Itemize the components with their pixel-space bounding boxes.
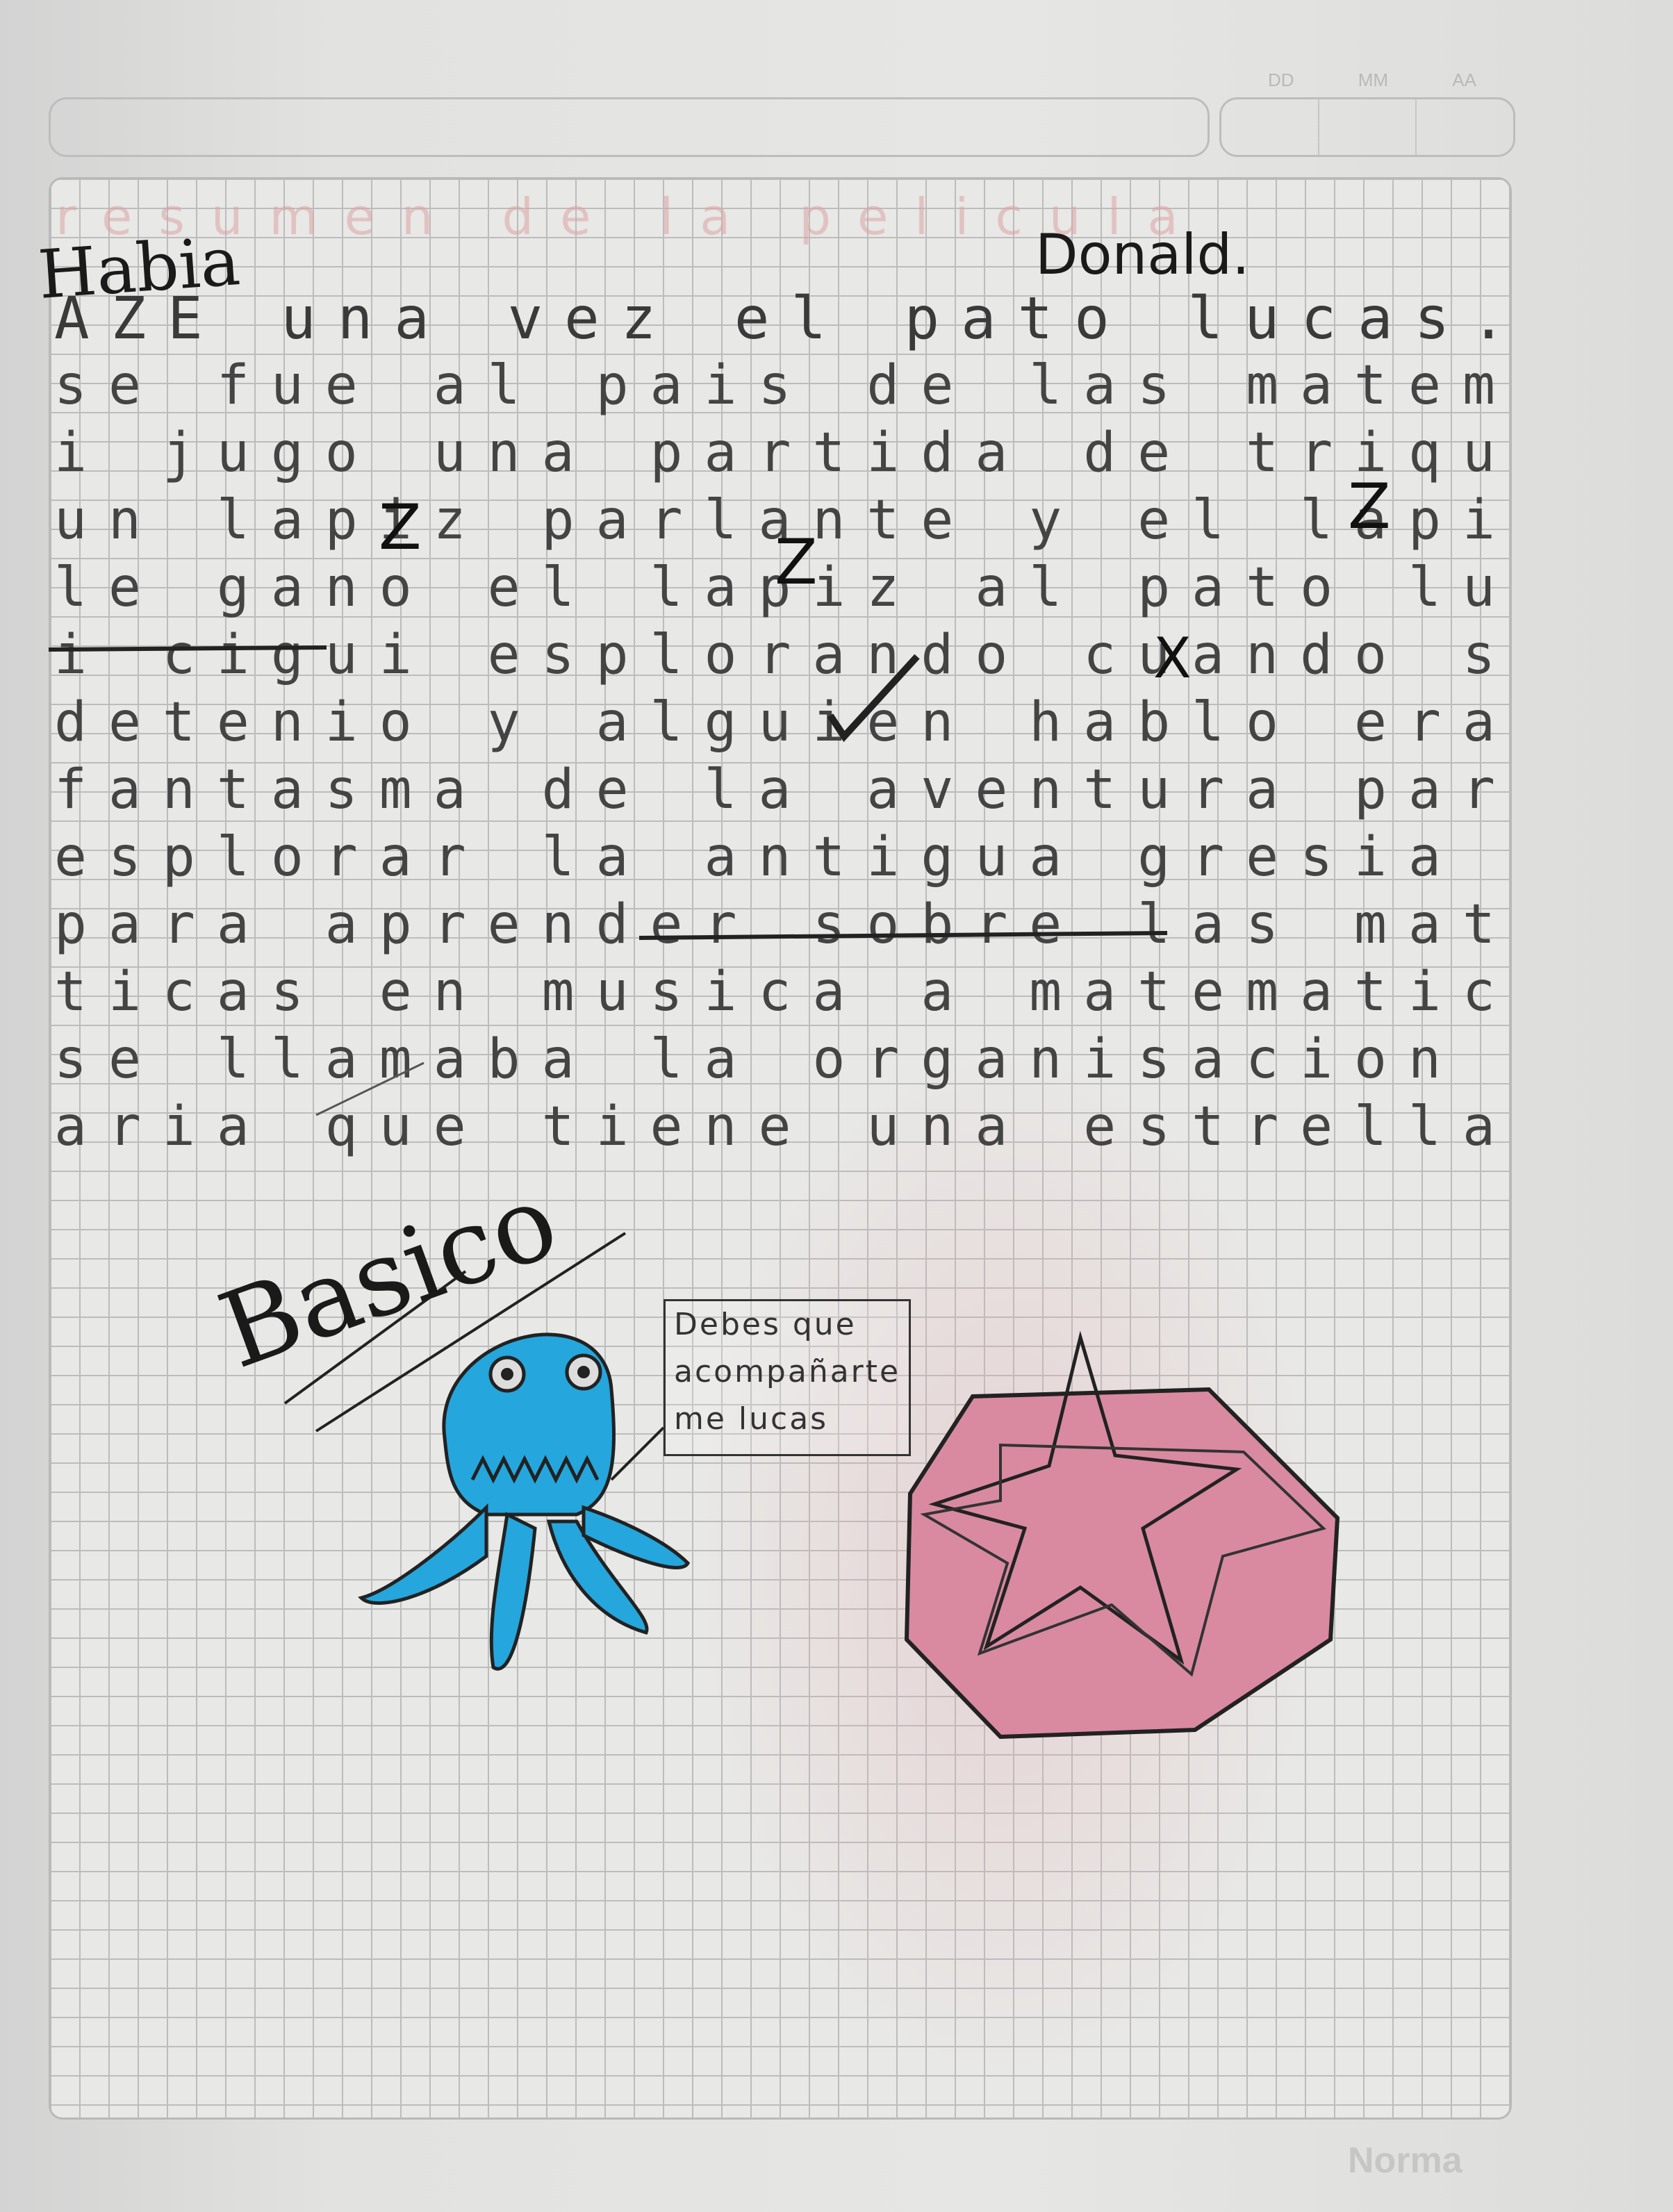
- speech-line: acompañarte: [674, 1354, 901, 1389]
- notebook-brand-logo: Norma: [1348, 2140, 1462, 2181]
- pink-octagon: [904, 1387, 1340, 1740]
- octopus-eye: [501, 1368, 513, 1380]
- notebook-page: DD MM AA resumen de la pelicula Habia Do…: [0, 0, 1673, 2212]
- speech-line: Debes que: [674, 1307, 857, 1342]
- z-mark: Z: [1348, 470, 1391, 543]
- bubble-tail: [610, 1426, 665, 1481]
- x-mark: X: [1153, 626, 1192, 691]
- octopus-drawing: [358, 1332, 691, 1671]
- z-mark: Z: [775, 526, 818, 599]
- stroke-mark: [315, 1062, 425, 1116]
- speech-bubble: Debes que acompañarte me lucas: [664, 1299, 911, 1456]
- speech-line: me lucas: [674, 1401, 829, 1437]
- underline-mark: [48, 645, 327, 652]
- octopus-eye: [577, 1366, 590, 1378]
- underline-mark: [638, 931, 1168, 940]
- pencil-marks: Z Z Z X: [48, 470, 1391, 1740]
- z-mark: Z: [379, 491, 422, 564]
- checkmark-icon: [827, 654, 920, 743]
